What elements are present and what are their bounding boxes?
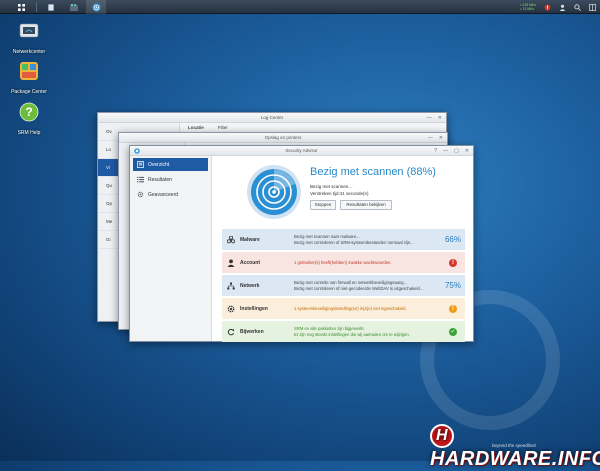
list-item-malware[interactable]: Malware Bezig met scannen naar malware..… [222, 229, 465, 250]
log-center-tabs: Locatie Filter [188, 125, 228, 130]
view-results-button[interactable]: Resultaten bekijken [340, 200, 392, 210]
security-advisor-window[interactable]: Security Advisor ? — ▢ ✕ Overzicht Resul… [129, 145, 474, 342]
list-item-netwerk[interactable]: Netwerk Bezig met controle van firewall … [222, 275, 465, 296]
overview-icon [137, 161, 144, 168]
tab-locatie[interactable]: Locatie [188, 125, 204, 130]
nav-label: Geavanceerd [148, 191, 179, 198]
alert-icon: ! [449, 258, 457, 267]
hardware-info-logo-icon: H [430, 424, 454, 448]
nav-label: Resultaten [148, 176, 172, 183]
list-item-account[interactable]: Account 1 gebruiker(s) heeft(hebben) zwa… [222, 252, 465, 273]
minimize-button[interactable]: — [427, 115, 432, 121]
minimize-button[interactable]: — [428, 135, 433, 141]
package-icon [70, 3, 78, 11]
gear-icon [227, 305, 235, 312]
main-menu-button[interactable] [12, 0, 30, 14]
nav-resultaten[interactable]: Resultaten [133, 173, 208, 186]
refresh-icon [227, 328, 235, 335]
taskbar: • 215 kB/s • 13 kB/s [0, 0, 600, 14]
user-icon [227, 259, 235, 267]
help-icon: ? [19, 102, 39, 122]
taskbar-package-center-button[interactable] [66, 0, 82, 14]
close-button[interactable]: ✕ [465, 148, 469, 154]
scan-title: Bezig met scannen (88%) [310, 166, 436, 178]
row-label: Malware [240, 236, 260, 243]
scan-status-text: Bezig met scannen... [310, 184, 353, 189]
scan-category-list: Malware Bezig met scannen naar malware..… [222, 229, 465, 344]
desktop-icon-srm-help[interactable]: ? SRM Help [9, 102, 49, 136]
network-speed-status: • 215 kB/s • 13 kB/s [520, 3, 536, 11]
row-label: Instellingen [240, 305, 268, 312]
user-icon[interactable] [559, 4, 566, 11]
grid-icon [17, 3, 25, 11]
desktop-icon-label: SRM Help [17, 130, 41, 136]
window-title: Log Center [98, 113, 446, 123]
list-icon [137, 176, 144, 183]
row-description: SRM en alle pakketten zijn bijgewerkt. Er… [294, 325, 410, 337]
desktop-icon-package-center[interactable]: Package Center [9, 61, 49, 95]
security-advisor-icon [91, 2, 101, 12]
security-advisor-icon [134, 148, 140, 154]
security-advisor-main: Bezig met scannen (88%) Bezig met scanne… [212, 156, 473, 344]
taskbar-separator [36, 2, 37, 12]
notification-icon[interactable] [544, 3, 551, 11]
biohazard-icon [227, 235, 235, 243]
warning-icon: ! [449, 304, 457, 313]
watermark-tagline: beyond the speedlimit [492, 443, 536, 448]
checkmark-icon: ✓ [449, 327, 457, 336]
row-description: 1 gebruiker(s) heeft(hebben) zwakke wach… [294, 259, 392, 265]
tab-filter[interactable]: Filter [218, 125, 228, 130]
row-description: Bezig met controle van firewall en netwe… [294, 279, 424, 291]
desktop-icon-label: Netwerkcenter [12, 49, 46, 55]
row-description: Bezig met scannen naar malware... Bezig m… [294, 233, 414, 245]
window-title: Security Advisor [130, 146, 473, 156]
list-item-instellingen[interactable]: Instellingen 1 systeembeveiligingsinstel… [222, 298, 465, 319]
taskbar-security-advisor-button[interactable] [86, 0, 106, 14]
list-item-bijwerken[interactable]: Bijwerken SRM en alle pakketten zijn bij… [222, 321, 465, 342]
scan-elapsed-time: Verstreken tijd:41 seconde(n) [310, 191, 369, 196]
document-icon [48, 3, 54, 11]
window-controls: — ✕ [428, 135, 443, 141]
nav-overzicht[interactable]: Overzicht [133, 158, 208, 171]
svg-text:?: ? [25, 105, 32, 119]
taskbar-file-button[interactable] [44, 0, 58, 14]
help-button[interactable]: ? [434, 148, 437, 154]
row-status: ! [441, 258, 465, 267]
security-advisor-sidebar: Overzicht Resultaten Geavanceerd [130, 156, 212, 341]
maximize-button[interactable]: ▢ [454, 148, 459, 154]
window-controls: ? — ▢ ✕ [434, 148, 469, 154]
close-button[interactable]: ✕ [439, 135, 443, 141]
row-status: ✓ [441, 327, 465, 336]
nav-geavanceerd[interactable]: Geavanceerd [133, 188, 208, 201]
row-label: Bijwerken [240, 328, 264, 335]
row-progress: 75% [444, 281, 461, 290]
row-status: ! [441, 304, 465, 313]
window-title: Opslag en printers [119, 133, 447, 143]
network-center-icon [19, 23, 39, 38]
nav-label: Overzicht [148, 161, 170, 168]
stop-button[interactable]: Stoppen [310, 200, 336, 210]
row-label: Account [240, 259, 260, 266]
widgets-icon[interactable] [589, 3, 596, 11]
scan-radar-icon [247, 165, 301, 219]
download-speed: • 13 kB/s [520, 7, 535, 11]
gear-icon [137, 191, 144, 198]
row-label: Netwerk [240, 282, 260, 289]
window-controls: — ✕ [427, 115, 442, 121]
close-button[interactable]: ✕ [438, 115, 442, 121]
package-center-icon [20, 62, 38, 80]
desktop-icon-label: Package Center [11, 89, 47, 95]
desktop-icon-netwerkcenter[interactable]: Netwerkcenter [9, 21, 49, 55]
row-progress: 66% [444, 235, 461, 244]
network-icon [227, 282, 235, 289]
search-icon[interactable] [574, 3, 581, 11]
row-description: 1 systeembeveiligingsinstelling(en) is(z… [294, 305, 407, 311]
taskbar-tray: • 215 kB/s • 13 kB/s [520, 0, 596, 14]
minimize-button[interactable]: — [443, 148, 448, 154]
